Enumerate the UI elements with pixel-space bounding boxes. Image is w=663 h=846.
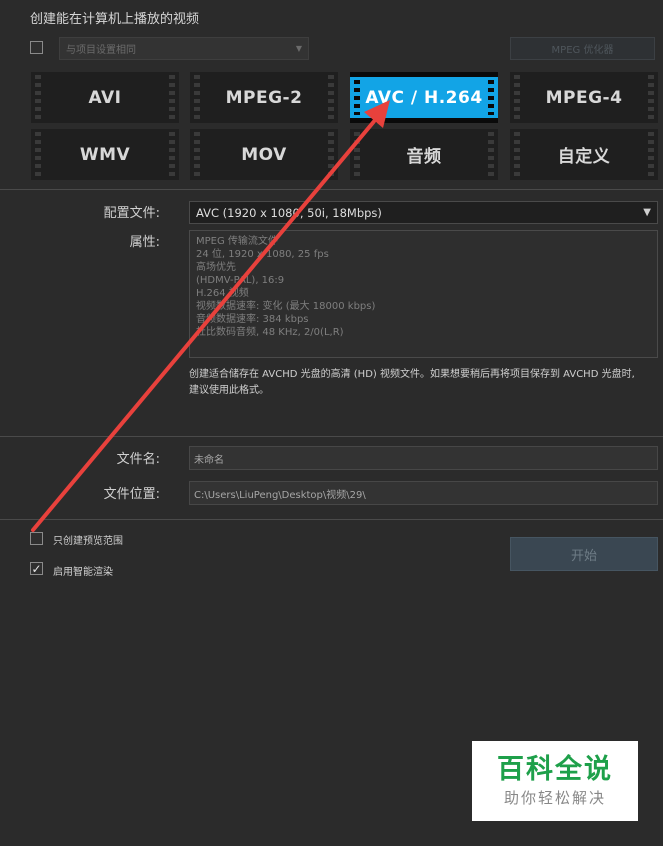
- property-line: MPEG 传输流文件: [196, 236, 278, 247]
- profile-select[interactable]: AVC (1920 x 1080, 50i, 18Mbps) ▼: [189, 201, 658, 224]
- format-description: 创建适合储存在 AVCHD 光盘的高清 (HD) 视频文件。如果想要稍后再将项目…: [189, 367, 659, 399]
- dialog-title: 创建能在计算机上播放的视频: [30, 12, 200, 27]
- property-line: 杜比数码音频, 48 KHz, 2/0(L,R): [196, 327, 344, 338]
- properties-box: MPEG 传输流文件 24 位, 1920 x 1080, 25 fps 高场优…: [189, 230, 658, 358]
- format-tile-wmv[interactable]: WMV: [31, 129, 179, 180]
- description-line: 创建适合储存在 AVCHD 光盘的高清 (HD) 视频文件。如果想要稍后再将项目…: [189, 369, 635, 380]
- profile-label: 配置文件:: [103, 206, 160, 221]
- description-line: 建议使用此格式。: [189, 385, 269, 396]
- format-tile-avi[interactable]: AVI: [31, 72, 179, 123]
- chevron-down-icon: ▼: [643, 207, 651, 218]
- format-tile-custom[interactable]: 自定义: [510, 129, 658, 180]
- property-line: 视频数据速率: 变化 (最大 18000 kbps): [196, 301, 376, 312]
- format-tile-label: AVI: [88, 87, 122, 108]
- file-location-label: 文件位置:: [103, 487, 160, 502]
- chevron-down-icon: ▼: [295, 44, 302, 53]
- file-name-input[interactable]: 未命名: [189, 446, 658, 470]
- format-tile-label: AVC / H.264: [365, 87, 483, 108]
- format-tile-label: MPEG-2: [225, 87, 303, 108]
- same-as-project-checkbox[interactable]: [30, 41, 43, 54]
- checkmark-icon: ✓: [31, 561, 42, 576]
- file-name-label: 文件名:: [116, 452, 160, 467]
- section-divider: [0, 519, 663, 520]
- watermark-title: 百科全说: [497, 753, 613, 785]
- profile-value: AVC (1920 x 1080, 50i, 18Mbps): [196, 205, 382, 220]
- format-tile-avc-h264[interactable]: AVC / H.264: [350, 72, 498, 123]
- same-as-project-label: 与项目设置相同: [66, 45, 136, 56]
- watermark-logo: 百科全说 助你轻松解决: [472, 741, 638, 821]
- preview-only-label: 只创建预览范围: [53, 536, 123, 547]
- format-tile-label: 音频: [406, 147, 442, 167]
- format-tile-mpeg4[interactable]: MPEG-4: [510, 72, 658, 123]
- format-tile-label: MPEG-4: [545, 87, 623, 108]
- format-tile-label: MOV: [241, 144, 287, 165]
- format-tile-mov[interactable]: MOV: [190, 129, 338, 180]
- smart-render-label: 启用智能渲染: [53, 567, 113, 578]
- property-line: 24 位, 1920 x 1080, 25 fps: [196, 249, 329, 260]
- file-location-input[interactable]: C:\Users\LiuPeng\Desktop\视频\29\: [189, 481, 658, 505]
- property-line: (HDMV-PAL), 16:9: [196, 275, 285, 286]
- format-tile-label: 自定义: [557, 147, 611, 167]
- property-line: 高场优先: [196, 262, 236, 273]
- smart-render-checkbox[interactable]: ✓: [30, 562, 43, 575]
- preview-only-checkbox[interactable]: [30, 532, 43, 545]
- format-tile-audio[interactable]: 音频: [350, 129, 498, 180]
- property-line: H.264 视频: [196, 288, 249, 299]
- section-divider: [0, 436, 663, 437]
- property-line: 音频数据速率: 384 kbps: [196, 314, 309, 325]
- format-tile-label: WMV: [79, 144, 131, 165]
- start-button[interactable]: 开始: [510, 537, 658, 571]
- mpeg-optimizer-button[interactable]: MPEG 优化器: [510, 37, 655, 60]
- watermark-subtitle: 助你轻松解决: [503, 788, 606, 807]
- section-divider: [0, 189, 663, 190]
- same-as-project-select[interactable]: 与项目设置相同 ▼: [59, 37, 309, 60]
- annotation-arrow-icon: [31, 100, 390, 532]
- format-tile-mpeg2[interactable]: MPEG-2: [190, 72, 338, 123]
- properties-label: 属性:: [129, 235, 160, 250]
